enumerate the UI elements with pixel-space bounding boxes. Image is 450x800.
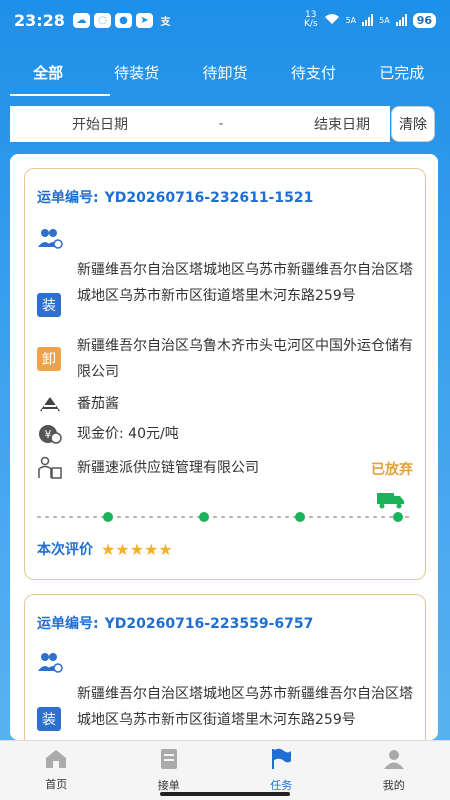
signal-2-icon [395,14,407,26]
load-address: 新疆维吾尔自治区塔城地区乌苏市新疆维吾尔自治区塔城地区乌苏市新市区街道塔里木河东… [77,686,413,728]
flag-icon [270,748,292,774]
send-icon: ➤ [135,12,153,28]
load-address: 新疆维吾尔自治区塔城地区乌苏市新疆维吾尔自治区塔城地区乌苏市新市区街道塔里木河东… [77,262,413,304]
goods-name: 番茄酱 [77,396,119,412]
nav-profile-label: 我的 [382,779,405,792]
home-indicator [160,792,290,796]
price: 现金价: 40元/吨 [77,426,179,442]
progress-node [103,512,113,522]
order-card[interactable]: 运单编号: YD20260716-232611-1521 装 新疆维吾尔自治区塔城… [24,168,426,580]
net-speed: 13 K/s [303,10,318,29]
nav-tasks-label: 任务 [270,779,293,792]
progress-track [37,516,413,518]
order-number: YD20260716-223559-6757 [104,616,314,632]
order-number-row: 运单编号: YD20260716-232611-1521 [37,187,313,207]
progress-node [199,512,209,522]
order-number-row: 运单编号: YD20260716-223559-6757 [37,613,313,633]
order-list[interactable]: 运单编号: YD20260716-232611-1521 装 新疆维吾尔自治区塔城… [10,154,438,740]
wifi-icon [324,13,340,28]
nav-home-label: 首页 [45,778,68,791]
progress-node [393,512,403,522]
order-number-label: 运单编号: [37,190,99,206]
driver-group-icon [37,225,63,251]
nav-orders[interactable]: 接单 [124,748,214,793]
nav-home[interactable]: 首页 [11,749,101,792]
unload-address: 新疆维吾尔自治区乌鲁木齐市头屯河区中国外运仓储有限公司 [77,338,413,380]
status-time: 23:28 [14,10,65,30]
signal-1-label: 5A [345,15,357,25]
start-date-field[interactable]: 开始日期 [72,114,128,134]
tab-pending-payment[interactable]: 待支付 [273,62,353,83]
cloud-icon: ☁ [72,12,90,28]
signal-1-icon [362,14,374,26]
unload-badge: 卸 [37,347,61,371]
qq-icon: ● [114,12,132,28]
user-icon [383,748,405,774]
date-separator: - [218,116,224,132]
rating-row: 本次评价 ★★★★★ [37,539,173,559]
progress-node [295,512,305,522]
tab-pending-load[interactable]: 待装货 [97,62,177,83]
battery-icon: 96 [412,12,436,28]
order-number-label: 运单编号: [37,616,99,632]
alipay-icon: 支 [160,16,171,28]
nav-tasks[interactable]: 任务 [236,748,326,793]
order-card[interactable]: 运单编号: YD20260716-223559-6757 装 新疆维吾尔自治区塔城… [24,594,426,740]
cargo-icon [37,391,63,417]
company-contact-icon [37,455,63,481]
rating-label: 本次评价 [37,542,93,558]
date-range-filter: 开始日期 - 结束日期 [10,106,390,142]
clear-button[interactable]: 清除 [391,106,435,142]
order-number: YD20260716-232611-1521 [104,190,314,206]
driver-group-icon [37,649,63,675]
home-icon [44,749,68,773]
chat-icon: ◌ [93,12,111,28]
document-icon [159,748,179,774]
bottom-navigation: 首页 接单 任务 我的 [0,740,450,800]
money-icon: ¥ [37,421,63,447]
truck-icon [377,491,405,513]
tab-completed[interactable]: 已完成 [362,62,442,83]
status-badge: 已放弃 [371,462,413,478]
tab-all[interactable]: 全部 [8,62,88,83]
status-bar: 23:28 ☁ ◌ ● ➤ 支 13 K/s 5A 5A 96 [0,0,450,40]
active-tab-indicator [10,94,110,96]
tab-pending-unload[interactable]: 待卸货 [185,62,265,83]
load-badge: 装 [37,707,61,731]
signal-2-label: 5A [379,15,390,25]
company-name: 新疆速派供应链管理有限公司 [77,460,259,476]
nav-profile[interactable]: 我的 [349,748,439,793]
nav-orders-label: 接单 [157,779,180,792]
order-tabs: 全部 待装货 待卸货 待支付 已完成 [0,50,450,94]
load-badge: 装 [37,293,61,317]
rating-stars: ★★★★★ [101,539,173,559]
end-date-field[interactable]: 结束日期 [314,114,370,134]
